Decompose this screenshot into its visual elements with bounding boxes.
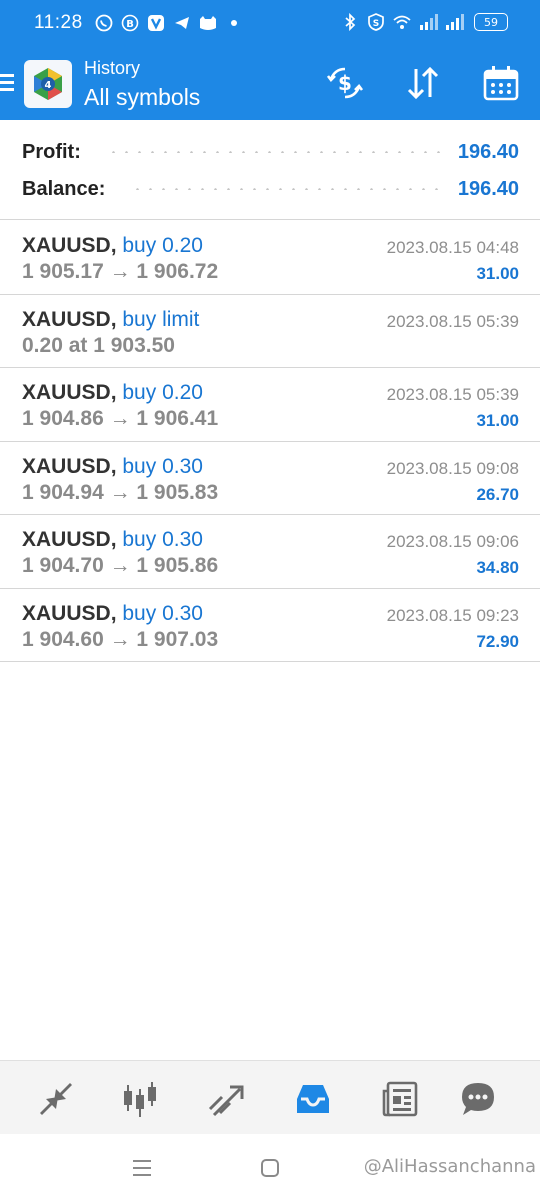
history-icon[interactable] — [291, 1077, 335, 1121]
whatsapp-icon — [94, 13, 114, 33]
recent-apps-icon[interactable] — [128, 1154, 156, 1182]
deal-row[interactable]: XAUUSD, buy 0.30 1 904.70 → 1 905.86 202… — [0, 515, 540, 589]
header-title: History — [84, 58, 141, 78]
deal-symbol: XAUUSD, buy 0.30 — [22, 601, 203, 625]
battery-level: 59 — [484, 15, 498, 29]
deals-list: XAUUSD, buy 0.20 1 905.17 → 1 906.72 202… — [0, 221, 540, 662]
status-bar: 11:28 B S 59 — [0, 0, 540, 46]
deal-prices: 1 904.86 → 1 906.41 — [22, 407, 219, 430]
deal-row[interactable]: XAUUSD, buy 0.20 1 905.17 → 1 906.72 202… — [0, 221, 540, 295]
deal-prices: 1 904.94 → 1 905.83 — [22, 480, 219, 504]
deal-profit: 31.00 — [476, 264, 519, 283]
notification-icons: B — [94, 13, 244, 33]
balance-label: Balance: — [22, 177, 106, 200]
watermark: @AliHassanchanna — [363, 1156, 536, 1177]
balance-value: 196.40 — [457, 177, 519, 200]
dotted-leader — [131, 188, 444, 190]
deal-prices: 1 904.70 → 1 905.86 — [22, 554, 219, 577]
svg-text:4: 4 — [45, 80, 52, 91]
v-icon — [146, 13, 166, 33]
deal-profit: 26.70 — [476, 484, 519, 504]
chart-icon[interactable] — [118, 1077, 162, 1121]
deal-profit: 31.00 — [476, 411, 519, 430]
cat-icon — [198, 13, 218, 33]
deal-profit: 34.80 — [476, 558, 519, 577]
deal-row[interactable]: XAUUSD, buy limit 0.20 at 1 903.50 2023.… — [0, 295, 540, 368]
svg-text:$: $ — [338, 71, 352, 95]
telegram-icon — [172, 13, 192, 33]
deal-row[interactable]: XAUUSD, buy 0.20 1 904.86 → 1 906.41 202… — [0, 368, 540, 442]
deal-side: buy 0.30 — [122, 528, 203, 551]
status-time: 11:28 — [34, 12, 83, 33]
deal-time: 2023.08.15 05:39 — [386, 385, 519, 404]
dot-icon — [224, 13, 244, 33]
profit-value: 196.40 — [457, 140, 519, 163]
deal-prices: 0.20 at 1 903.50 — [22, 333, 175, 357]
bottom-navigation — [0, 1060, 540, 1134]
calendar-icon[interactable] — [480, 62, 522, 104]
deal-symbol: XAUUSD, buy 0.30 — [22, 528, 203, 551]
top-bar: 11:28 B S 59 4 History All symbols $ — [0, 0, 540, 120]
header-subtitle[interactable]: All symbols — [84, 84, 200, 111]
svg-text:B: B — [126, 19, 134, 30]
deal-time: 2023.08.15 09:06 — [386, 532, 519, 551]
deal-row[interactable]: XAUUSD, buy 0.30 1 904.94 → 1 905.83 202… — [0, 442, 540, 515]
bluetooth-icon — [340, 12, 360, 32]
deal-time: 2023.08.15 04:48 — [386, 238, 519, 257]
summary-panel: Profit: 196.40 Balance: 196.40 — [0, 120, 540, 220]
currency-exchange-icon[interactable]: $ — [324, 62, 366, 104]
deal-symbol: XAUUSD, buy 0.20 — [22, 234, 203, 257]
svg-text:S: S — [373, 19, 379, 29]
balance-row: Balance: 196.40 — [22, 174, 519, 204]
deal-symbol: XAUUSD, buy 0.20 — [22, 381, 203, 404]
battery-icon: 59 — [474, 13, 508, 31]
deal-time: 2023.08.15 05:39 — [386, 311, 519, 331]
deal-prices: 1 904.60 → 1 907.03 — [22, 627, 219, 651]
dotted-leader — [106, 151, 444, 153]
deal-symbol: XAUUSD, buy limit — [22, 307, 200, 331]
deal-time: 2023.08.15 09:23 — [386, 605, 519, 625]
deal-time: 2023.08.15 09:08 — [386, 458, 519, 478]
app-logo[interactable]: 4 — [24, 60, 72, 108]
deal-side: buy 0.30 — [122, 601, 203, 625]
app-header: 4 History All symbols $ — [0, 46, 540, 120]
trade-icon[interactable] — [204, 1077, 248, 1121]
deal-side: buy 0.20 — [122, 381, 203, 404]
deal-side: buy limit — [122, 307, 200, 331]
deal-profit: 72.90 — [476, 631, 519, 651]
home-icon[interactable] — [256, 1154, 284, 1182]
messages-icon[interactable] — [456, 1077, 500, 1121]
signal-icon — [444, 12, 464, 32]
quotes-icon[interactable] — [34, 1077, 78, 1121]
system-navigation: @AliHassanchanna — [0, 1134, 540, 1200]
wifi-icon — [392, 12, 412, 32]
deal-side: buy 0.20 — [122, 234, 203, 257]
sort-icon[interactable] — [402, 62, 444, 104]
system-status-icons: S 59 — [340, 12, 508, 32]
profit-label: Profit: — [22, 140, 81, 163]
deal-side: buy 0.30 — [122, 454, 203, 478]
menu-icon[interactable] — [0, 72, 16, 92]
vpn-shield-icon: S — [366, 12, 386, 32]
signal-icon — [418, 12, 438, 32]
deal-symbol: XAUUSD, buy 0.30 — [22, 454, 203, 478]
news-icon[interactable] — [378, 1077, 422, 1121]
profit-row: Profit: 196.40 — [22, 137, 519, 167]
b-icon: B — [120, 13, 140, 33]
deal-prices: 1 905.17 → 1 906.72 — [22, 260, 219, 283]
deal-row[interactable]: XAUUSD, buy 0.30 1 904.60 → 1 907.03 202… — [0, 589, 540, 662]
